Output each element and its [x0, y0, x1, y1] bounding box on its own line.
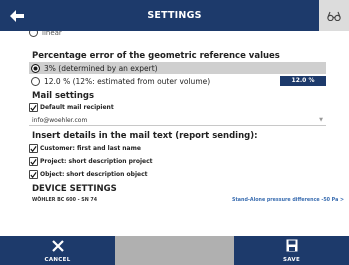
close-icon [0, 239, 115, 253]
insert-item-label: Project: short description project [40, 158, 153, 165]
device-info-link[interactable]: Stand-Alone pressure difference -50 Pa > [232, 198, 344, 203]
percentage-option-label: 3% (determined by an expert) [44, 63, 158, 73]
checkbox-checked-icon [29, 103, 38, 112]
percentage-option-label: 12.0 % (12%: estimated from outer volume… [44, 76, 211, 86]
insert-section-title: Insert details in the mail text (report … [32, 131, 258, 141]
partial-option-label: linear [42, 31, 62, 37]
page-title: SETTINGS [147, 10, 202, 21]
percentage-option-expert[interactable]: 3% (determined by an expert) [29, 62, 326, 74]
checkbox-checked-icon [29, 170, 38, 179]
header-bar: SETTINGS [0, 0, 349, 31]
glasses-icon [327, 11, 341, 21]
save-label: SAVE [282, 257, 301, 263]
settings-content: linear Percentage error of the geometric… [29, 31, 349, 217]
insert-item-label: Customer: first and last name [40, 145, 141, 152]
percentage-option-estimated[interactable]: 12.0 % (12%: estimated from outer volume… [29, 75, 326, 87]
cancel-label: CANCEL [44, 257, 71, 263]
mail-section-title: Mail settings [32, 91, 95, 101]
radio-icon [29, 31, 38, 37]
percentage-section-title: Percentage error of the geometric refere… [32, 51, 280, 61]
device-name: WÖHLER BC 600 - SN 74 [32, 198, 98, 203]
default-recipient-label: Default mail recipient [40, 104, 114, 111]
footer-bar: CANCEL SAVE [0, 236, 349, 265]
email-value: info@woehler.com [32, 117, 88, 124]
email-field[interactable]: info@woehler.com ▼ [29, 115, 326, 126]
device-row[interactable]: WÖHLER BC 600 - SN 74 Stand-Alone pressu… [29, 196, 349, 206]
partial-option-linear[interactable]: linear [29, 31, 62, 37]
radio-icon [31, 76, 40, 86]
save-button[interactable]: SAVE [234, 236, 349, 265]
glasses-button[interactable] [319, 0, 349, 31]
save-icon [234, 239, 349, 252]
default-recipient-checkbox[interactable]: Default mail recipient [29, 103, 114, 112]
cancel-button[interactable]: CANCEL [0, 236, 115, 265]
device-section-title: DEVICE SETTINGS [32, 184, 117, 194]
checkbox-checked-icon [29, 144, 38, 153]
insert-item-project[interactable]: Project: short description project [29, 157, 153, 166]
insert-item-customer[interactable]: Customer: first and last name [29, 144, 141, 153]
insert-item-label: Object: short description object [40, 171, 148, 178]
percentage-value-badge[interactable]: 12.0 % [280, 76, 326, 86]
chevron-down-icon: ▼ [319, 117, 323, 123]
checkbox-checked-icon [29, 157, 38, 166]
radio-checked-icon [31, 63, 40, 73]
insert-item-object[interactable]: Object: short description object [29, 170, 148, 179]
